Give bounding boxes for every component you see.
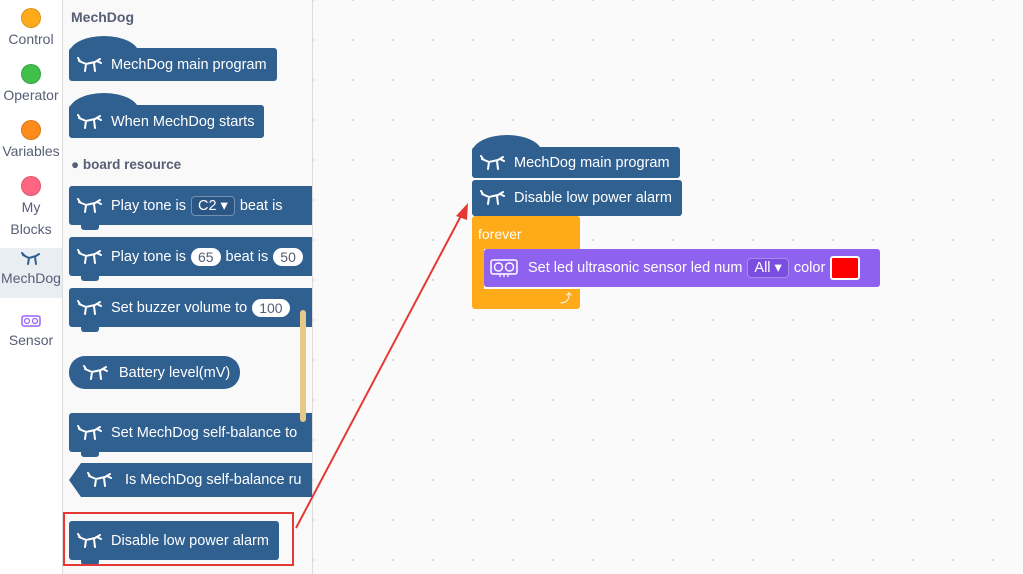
- loop-arrow-icon: ⤴: [559, 291, 572, 305]
- ws-led-block[interactable]: Set led ultrasonic sensor led num All ▾ …: [484, 249, 880, 287]
- mechdog-icon: [0, 248, 62, 270]
- block-label: Is MechDog self-balance ru: [125, 472, 302, 488]
- section-board-resource: ● board resource: [71, 157, 182, 172]
- volume-input[interactable]: 100: [252, 298, 290, 317]
- ws-disable-alarm-block[interactable]: Disable low power alarm: [472, 180, 682, 216]
- block-label: color: [793, 260, 826, 276]
- category-label: MechDog: [1, 270, 61, 286]
- ws-main-program-block[interactable]: MechDog main program: [472, 135, 680, 178]
- block-label: beat is: [225, 248, 269, 265]
- category-label: Control: [8, 31, 54, 47]
- mechdog-icon: [83, 364, 108, 380]
- mechdog-icon: [77, 113, 102, 129]
- block-label: Play tone is: [111, 248, 186, 265]
- flyout-scrollbar[interactable]: [300, 310, 306, 422]
- play-tone-note-block[interactable]: Play tone is C2 ▾ beat is: [69, 186, 312, 230]
- block-flyout: MechDog MechDog main program When MechDo…: [63, 0, 313, 574]
- led-num-dropdown[interactable]: All ▾: [747, 258, 789, 278]
- category-my-blocks[interactable]: My Blocks: [0, 176, 62, 240]
- block-label: Disable low power alarm: [514, 190, 672, 206]
- category-variables[interactable]: Variables: [0, 120, 62, 159]
- block-label: Set MechDog self-balance to: [111, 424, 298, 441]
- block-label: When MechDog starts: [111, 113, 255, 130]
- block-label: MechDog main program: [111, 56, 267, 73]
- category-sidebar: Control Operator Variables My Blocks Mec…: [0, 0, 63, 574]
- operator-color-icon: [21, 64, 41, 84]
- block-label: Battery level(mV): [119, 364, 231, 381]
- category-label: Sensor: [8, 332, 54, 348]
- forever-label: forever: [478, 226, 522, 242]
- mechdog-icon: [77, 56, 102, 72]
- buzzer-volume-block[interactable]: Set buzzer volume to 100: [69, 288, 312, 332]
- block-label: Set buzzer volume to: [111, 299, 248, 316]
- note-dropdown[interactable]: C2 ▾: [190, 195, 235, 216]
- workspace[interactable]: [313, 0, 1023, 574]
- sensor-icon: [0, 310, 62, 332]
- frequency-input[interactable]: 65: [190, 247, 221, 266]
- block-label: MechDog main program: [514, 154, 670, 171]
- block-label: Disable low power alarm: [111, 532, 269, 549]
- beat-input[interactable]: 50: [273, 247, 303, 266]
- block-label: Set led ultrasonic sensor led num: [528, 260, 743, 276]
- category-label: My: [21, 199, 41, 215]
- ultrasonic-sensor-icon: [490, 259, 518, 277]
- category-sensor[interactable]: Sensor: [0, 310, 62, 348]
- mechdog-icon: [77, 424, 102, 440]
- category-control[interactable]: Control: [0, 8, 62, 47]
- when-starts-block[interactable]: When MechDog starts: [69, 93, 265, 138]
- variables-color-icon: [21, 120, 41, 140]
- mechdog-icon: [77, 299, 102, 315]
- main-program-block[interactable]: MechDog main program: [69, 36, 277, 81]
- mechdog-icon: [77, 248, 102, 264]
- category-label: Variables: [2, 143, 60, 159]
- flyout-title: MechDog: [71, 9, 134, 25]
- mechdog-icon: [480, 190, 505, 205]
- mechdog-icon: [77, 532, 102, 548]
- category-operator[interactable]: Operator: [0, 64, 62, 103]
- battery-level-block[interactable]: Battery level(mV): [69, 356, 241, 389]
- category-label: Operator: [3, 87, 59, 103]
- self-balance-set-block[interactable]: Set MechDog self-balance to: [69, 413, 312, 457]
- play-tone-freq-block[interactable]: Play tone is 65 beat is 50: [69, 237, 312, 281]
- self-balance-is-block[interactable]: Is MechDog self-balance ru: [69, 463, 312, 497]
- my-blocks-color-icon: [21, 176, 41, 196]
- disable-low-power-alarm-block[interactable]: Disable low power alarm: [69, 521, 279, 565]
- color-swatch[interactable]: [830, 256, 861, 280]
- block-label: Play tone is: [111, 197, 186, 214]
- mechdog-icon: [77, 197, 102, 213]
- control-color-icon: [21, 8, 41, 28]
- block-label: beat is: [239, 197, 283, 214]
- mechdog-icon: [480, 154, 505, 170]
- category-label: Blocks: [10, 221, 52, 237]
- category-mechdog[interactable]: MechDog: [0, 248, 62, 298]
- mechdog-icon: [87, 472, 112, 487]
